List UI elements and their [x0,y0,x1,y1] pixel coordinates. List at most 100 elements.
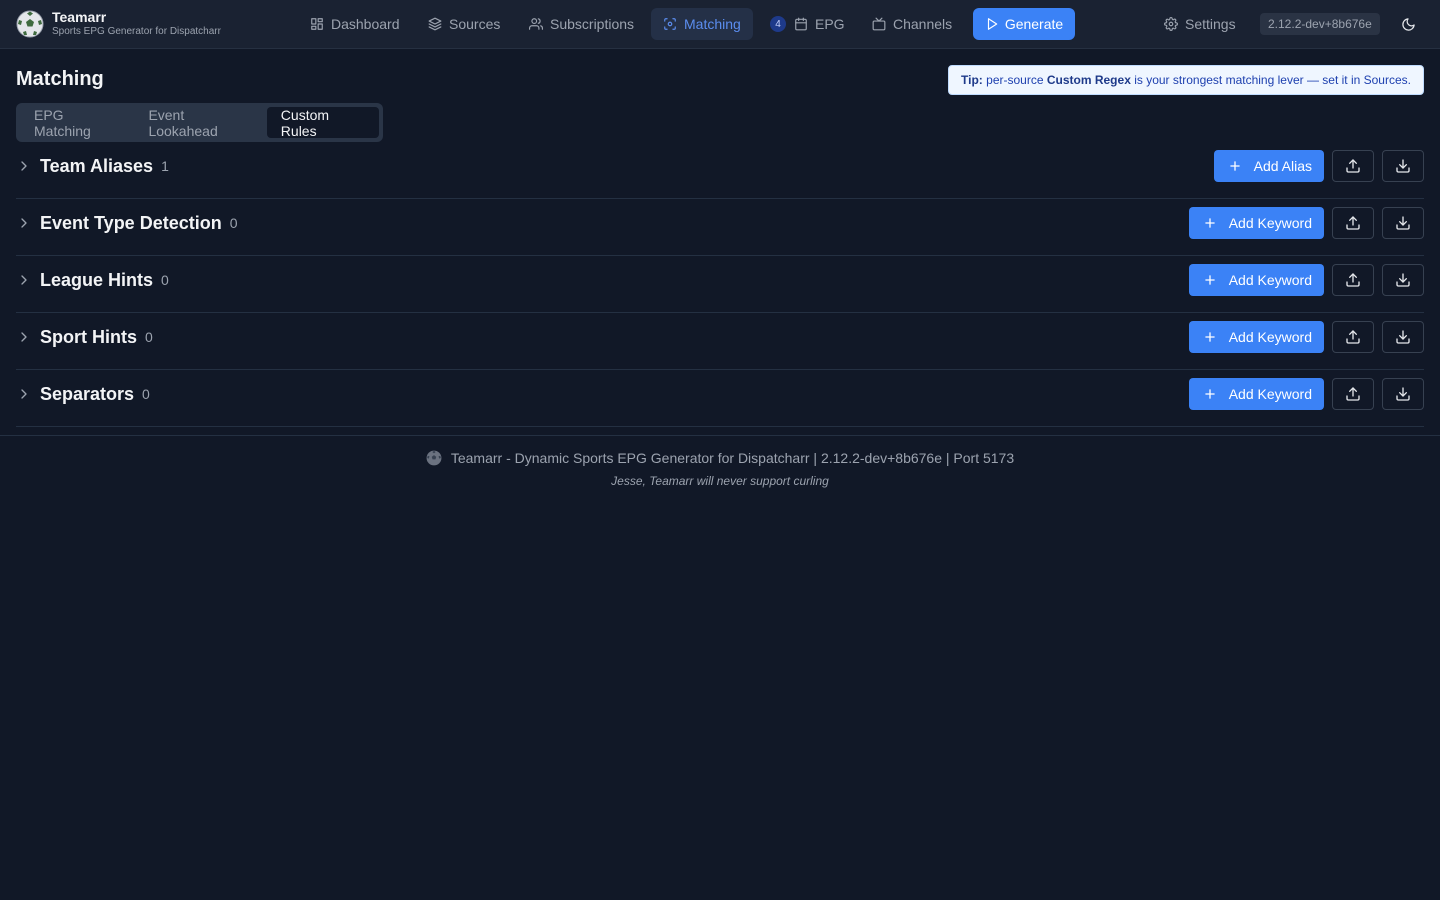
add-keyword-button[interactable]: Add Keyword [1188,264,1324,296]
nav-sources[interactable]: Sources [416,8,512,40]
import-button[interactable] [1332,321,1374,353]
upload-icon [1346,387,1360,401]
upload-icon [1346,330,1360,344]
section-title: Separators [40,383,135,404]
nav-dashboard-label: Dashboard [331,16,400,32]
plus-icon [1204,389,1215,399]
moon-icon [1401,17,1415,31]
brand[interactable]: Teamarr Sports EPG Generator for Dispatc… [16,9,221,39]
download-icon [1396,387,1410,401]
scan-icon [664,18,676,30]
section-event-type-detection: Event Type Detection 0 Add Keyword [16,199,1424,256]
download-icon [1396,330,1410,344]
matching-tabs: EPG Matching Event Lookahead Custom Rule… [16,103,383,142]
section-title: Sport Hints [40,326,137,347]
nav-settings-label: Settings [1185,16,1236,32]
nav-matching-label: Matching [684,16,741,32]
plus-icon [1204,218,1215,228]
users-icon [529,18,543,30]
add-label: Add Keyword [1228,386,1312,402]
section-toggle[interactable]: League Hints 0 [16,256,169,304]
plus-icon [1229,161,1240,171]
page-title: Matching [16,68,104,90]
tip-highlight: Custom Regex [1046,73,1131,87]
nav-epg[interactable]: 4 EPG [758,8,857,40]
plus-icon [1204,275,1215,285]
generate-button[interactable]: Generate [973,8,1075,40]
add-keyword-button[interactable]: Add Keyword [1188,207,1324,239]
nav-subscriptions-label: Subscriptions [550,16,635,32]
theme-toggle-button[interactable] [1396,12,1420,36]
add-alias-button[interactable]: Add Alias [1213,150,1324,182]
import-button[interactable] [1332,150,1374,182]
layout-grid-icon [311,18,323,30]
export-button[interactable] [1382,150,1424,182]
section-separators: Separators 0 Add Keyword [16,370,1424,427]
download-icon [1396,273,1410,287]
section-toggle[interactable]: Event Type Detection 0 [16,199,238,247]
chevron-right-icon [21,161,27,171]
nav-epg-label: EPG [815,16,845,32]
export-button[interactable] [1382,321,1424,353]
soccer-ball-icon [16,10,44,38]
nav-sources-label: Sources [449,16,501,32]
tab-epg-matching[interactable]: EPG Matching [20,107,134,139]
app-subtitle: Sports EPG Generator for Dispatcharr [52,26,221,37]
version-badge: 2.12.2-dev+8b676e [1260,13,1380,35]
upload-icon [1346,216,1360,230]
footer-quote: Jesse, Teamarr will never support curlin… [611,474,829,488]
chevron-right-icon [21,332,27,342]
section-count: 0 [142,386,150,402]
import-button[interactable] [1332,378,1374,410]
add-label: Add Keyword [1228,329,1312,345]
download-icon [1396,159,1410,173]
import-button[interactable] [1332,207,1374,239]
upload-icon [1346,159,1360,173]
section-count: 1 [161,158,169,174]
section-title: Event Type Detection [40,212,222,233]
export-button[interactable] [1382,264,1424,296]
chevron-right-icon [21,218,27,228]
tip-label: Tip: [961,73,983,87]
tab-custom-rules[interactable]: Custom Rules [266,107,379,139]
section-title: League Hints [40,269,154,290]
add-keyword-button[interactable]: Add Keyword [1188,378,1324,410]
footer: Teamarr - Dynamic Sports EPG Generator f… [0,435,1440,505]
nav-settings[interactable]: Settings [1152,8,1248,40]
upload-icon [1346,273,1360,287]
export-button[interactable] [1382,378,1424,410]
section-count: 0 [145,329,153,345]
tip-banner: Tip: per-source Custom Regex is your str… [948,65,1424,95]
section-toggle[interactable]: Separators 0 [16,370,150,418]
generate-label: Generate [1004,16,1064,32]
download-icon [1396,216,1410,230]
section-toggle[interactable]: Team Aliases 1 [16,142,169,190]
epg-count-badge: 4 [770,16,786,32]
nav-channels[interactable]: Channels [860,8,964,40]
tip-text-pre: per-source [982,73,1047,87]
add-keyword-button[interactable]: Add Keyword [1188,321,1324,353]
nav-matching[interactable]: Matching [651,8,753,40]
app-title: Teamarr [52,9,107,25]
section-league-hints: League Hints 0 Add Keyword [16,256,1424,313]
section-count: 0 [161,272,169,288]
tv-icon [872,17,886,31]
export-button[interactable] [1382,207,1424,239]
add-label: Add Alias [1253,158,1312,174]
layers-icon [428,17,442,31]
section-toggle[interactable]: Sport Hints 0 [16,313,153,361]
add-label: Add Keyword [1228,272,1312,288]
plus-icon [1204,332,1215,342]
chevron-right-icon [21,389,27,399]
section-title: Team Aliases [40,155,154,176]
nav-subscriptions[interactable]: Subscriptions [517,8,646,40]
tab-event-lookahead[interactable]: Event Lookahead [134,107,266,139]
add-label: Add Keyword [1228,215,1312,231]
nav-channels-label: Channels [893,16,953,32]
calendar-icon [795,17,807,31]
import-button[interactable] [1332,264,1374,296]
nav-dashboard[interactable]: Dashboard [298,8,412,40]
section-sport-hints: Sport Hints 0 Add Keyword [16,313,1424,370]
soccer-ball-icon [426,450,442,466]
top-navigation-bar: Teamarr Sports EPG Generator for Dispatc… [0,0,1440,49]
